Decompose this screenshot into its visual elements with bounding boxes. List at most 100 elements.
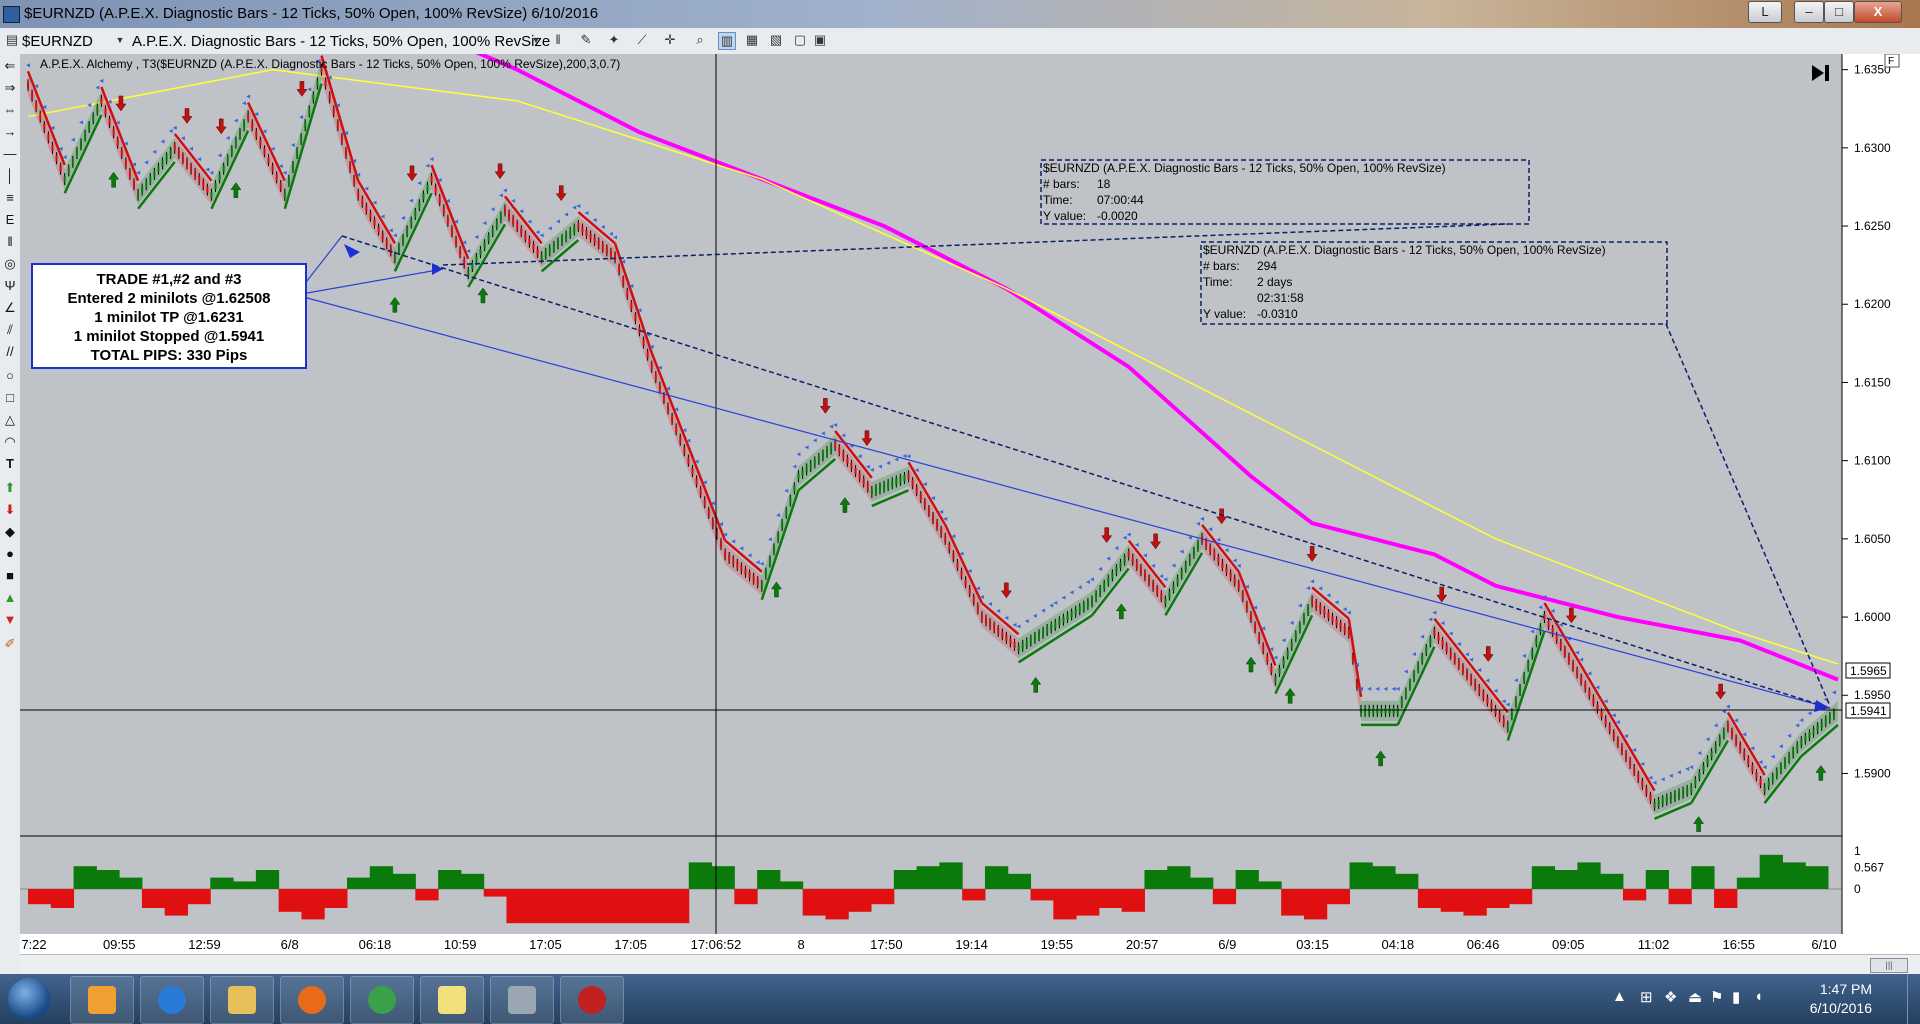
file-explorer-button[interactable] (210, 976, 274, 1024)
price-bar-body (1245, 603, 1248, 610)
template-icon[interactable]: ▧ (768, 32, 784, 48)
wand-icon[interactable]: ✦ (606, 32, 622, 48)
fib-icon[interactable]: E (0, 210, 20, 230)
triangle-down-icon[interactable]: ▼ (0, 610, 20, 630)
y-tick-label: 1.6100 (1854, 454, 1891, 468)
text-icon[interactable]: T (0, 454, 20, 474)
price-bar-body (1095, 593, 1098, 600)
diamond-icon[interactable]: ◆ (0, 522, 20, 542)
price-bar-body (304, 122, 307, 129)
price-bar-body (781, 521, 784, 528)
target-icon[interactable]: ◎ (0, 254, 20, 274)
calculator-button[interactable] (490, 976, 554, 1024)
price-bar-body (1816, 725, 1819, 732)
price-bar-body (397, 245, 400, 252)
vertical-line-icon[interactable]: │ (0, 166, 20, 186)
firefox-button[interactable] (280, 976, 344, 1024)
gann-icon[interactable]: ∠ (0, 298, 20, 318)
arc-icon[interactable]: ◠ (0, 432, 20, 452)
arrow-down-icon[interactable]: ⬇ (0, 500, 20, 520)
measure1-time-label: Time: (1043, 193, 1073, 207)
price-bar-body (1698, 772, 1701, 779)
price-bar-body (414, 210, 417, 217)
media-player-button[interactable] (70, 976, 134, 1024)
double-line-icon[interactable]: // (0, 342, 20, 362)
scrollbar-thumb[interactable]: ||| (1870, 958, 1908, 973)
triangle-icon[interactable]: △ (0, 410, 20, 430)
price-bar-body (112, 129, 115, 136)
line-tool-icon[interactable]: ⟋ (634, 32, 650, 48)
network-icon[interactable]: ▮ (1732, 988, 1740, 1006)
pitchfork-icon[interactable]: Ψ (0, 276, 20, 296)
pencil-icon[interactable]: ✎ (578, 32, 594, 48)
internet-explorer-button[interactable] (140, 976, 204, 1024)
symbol-selector[interactable]: $EURNZD (22, 33, 93, 50)
price-bar-body (1470, 676, 1473, 683)
arrow-both-icon[interactable]: ⇔ (0, 100, 20, 120)
close-button[interactable]: X (1854, 1, 1902, 23)
maximize-button[interactable]: □ (1824, 1, 1854, 23)
price-bar-body (520, 228, 523, 235)
price-bar-body (75, 150, 78, 157)
triangle-up-icon[interactable]: ▲ (0, 588, 20, 608)
arrow-up-icon[interactable]: ⬆ (0, 478, 20, 498)
taskbar-clock[interactable]: 1:47 PM 6/10/2016 (1810, 980, 1872, 1018)
tray-expand-icon[interactable]: ▲ (1612, 988, 1627, 1005)
price-bar-body (1449, 650, 1452, 657)
rectangle-icon[interactable]: □ (0, 388, 20, 408)
data-box-icon[interactable]: ▥ (718, 32, 736, 50)
chevron-down-icon[interactable]: ▼ (112, 32, 128, 48)
trading-app-button[interactable] (560, 976, 624, 1024)
windows-icon[interactable]: ⊞ (1640, 988, 1653, 1006)
price-bar-body (1690, 786, 1693, 793)
zoom-icon[interactable]: ⌕ (692, 32, 708, 48)
dropbox-icon[interactable]: ❖ (1664, 988, 1677, 1006)
oscillator-bar (1668, 889, 1692, 905)
ray-icon[interactable]: → (0, 122, 20, 142)
price-bar-body (895, 478, 898, 485)
minimize-button[interactable]: – (1794, 1, 1824, 23)
bars-style-icon[interactable]: ‖ (550, 32, 566, 48)
horizontal-line-icon[interactable]: — (0, 144, 20, 164)
price-bar-body (720, 541, 723, 548)
show-desktop-button[interactable] (1907, 974, 1920, 1024)
chart-icon[interactable]: ▤ (4, 32, 20, 48)
square-icon[interactable]: ■ (0, 566, 20, 586)
properties-icon[interactable]: ▦ (744, 32, 760, 48)
price-bar-body (446, 217, 449, 224)
dot-icon[interactable]: ● (0, 544, 20, 564)
arrow-right-icon[interactable]: ⇒ (0, 78, 20, 98)
parallel-icon[interactable]: ⫽ (0, 320, 20, 340)
crosshair-icon[interactable]: ✛ (662, 32, 678, 48)
oscillator-bar (893, 870, 918, 889)
chrome-button[interactable] (350, 976, 414, 1024)
language-button[interactable]: L (1748, 1, 1782, 23)
price-bar-body (1164, 598, 1167, 605)
price-bar-body (1714, 744, 1717, 751)
panel-icon[interactable]: ▢ (792, 32, 808, 48)
price-bar-body (1616, 739, 1619, 746)
sticky-notes-button[interactable] (420, 976, 484, 1024)
price-bar-body (1037, 632, 1040, 639)
window-icon[interactable]: ▣ (812, 32, 828, 48)
price-bar-body (479, 249, 482, 256)
bars-icon[interactable]: ‖ (0, 232, 20, 252)
channel-icon[interactable]: ≡ (0, 188, 20, 208)
price-bar-body (1090, 598, 1093, 605)
price-bar-body (748, 572, 751, 579)
price-bar-body (1294, 633, 1297, 640)
price-chart[interactable]: 1.63501.63001.62501.62001.61501.61001.60… (20, 54, 1920, 954)
arrow-left-icon[interactable]: ⇐ (0, 56, 20, 76)
chart-scrollbar[interactable]: ||| (20, 954, 1920, 975)
bar-type-selector[interactable]: A.P.E.X. Diagnostic Bars - 12 Ticks, 50%… (132, 33, 550, 50)
volume-icon[interactable]: ◖ (1754, 988, 1763, 1005)
chevron-down-icon[interactable]: ▼ (528, 32, 544, 48)
flag-icon[interactable]: ⚑ (1710, 988, 1723, 1006)
usb-icon[interactable]: ⏏ (1688, 988, 1702, 1006)
start-button[interactable] (8, 978, 50, 1020)
price-bar-body (1645, 787, 1648, 794)
price-bar-body (1392, 707, 1395, 714)
eraser-icon[interactable]: ✐ (0, 634, 20, 654)
oscillator-tick-label: 0.567 (1854, 860, 1884, 874)
ellipse-icon[interactable]: ○ (0, 366, 20, 386)
